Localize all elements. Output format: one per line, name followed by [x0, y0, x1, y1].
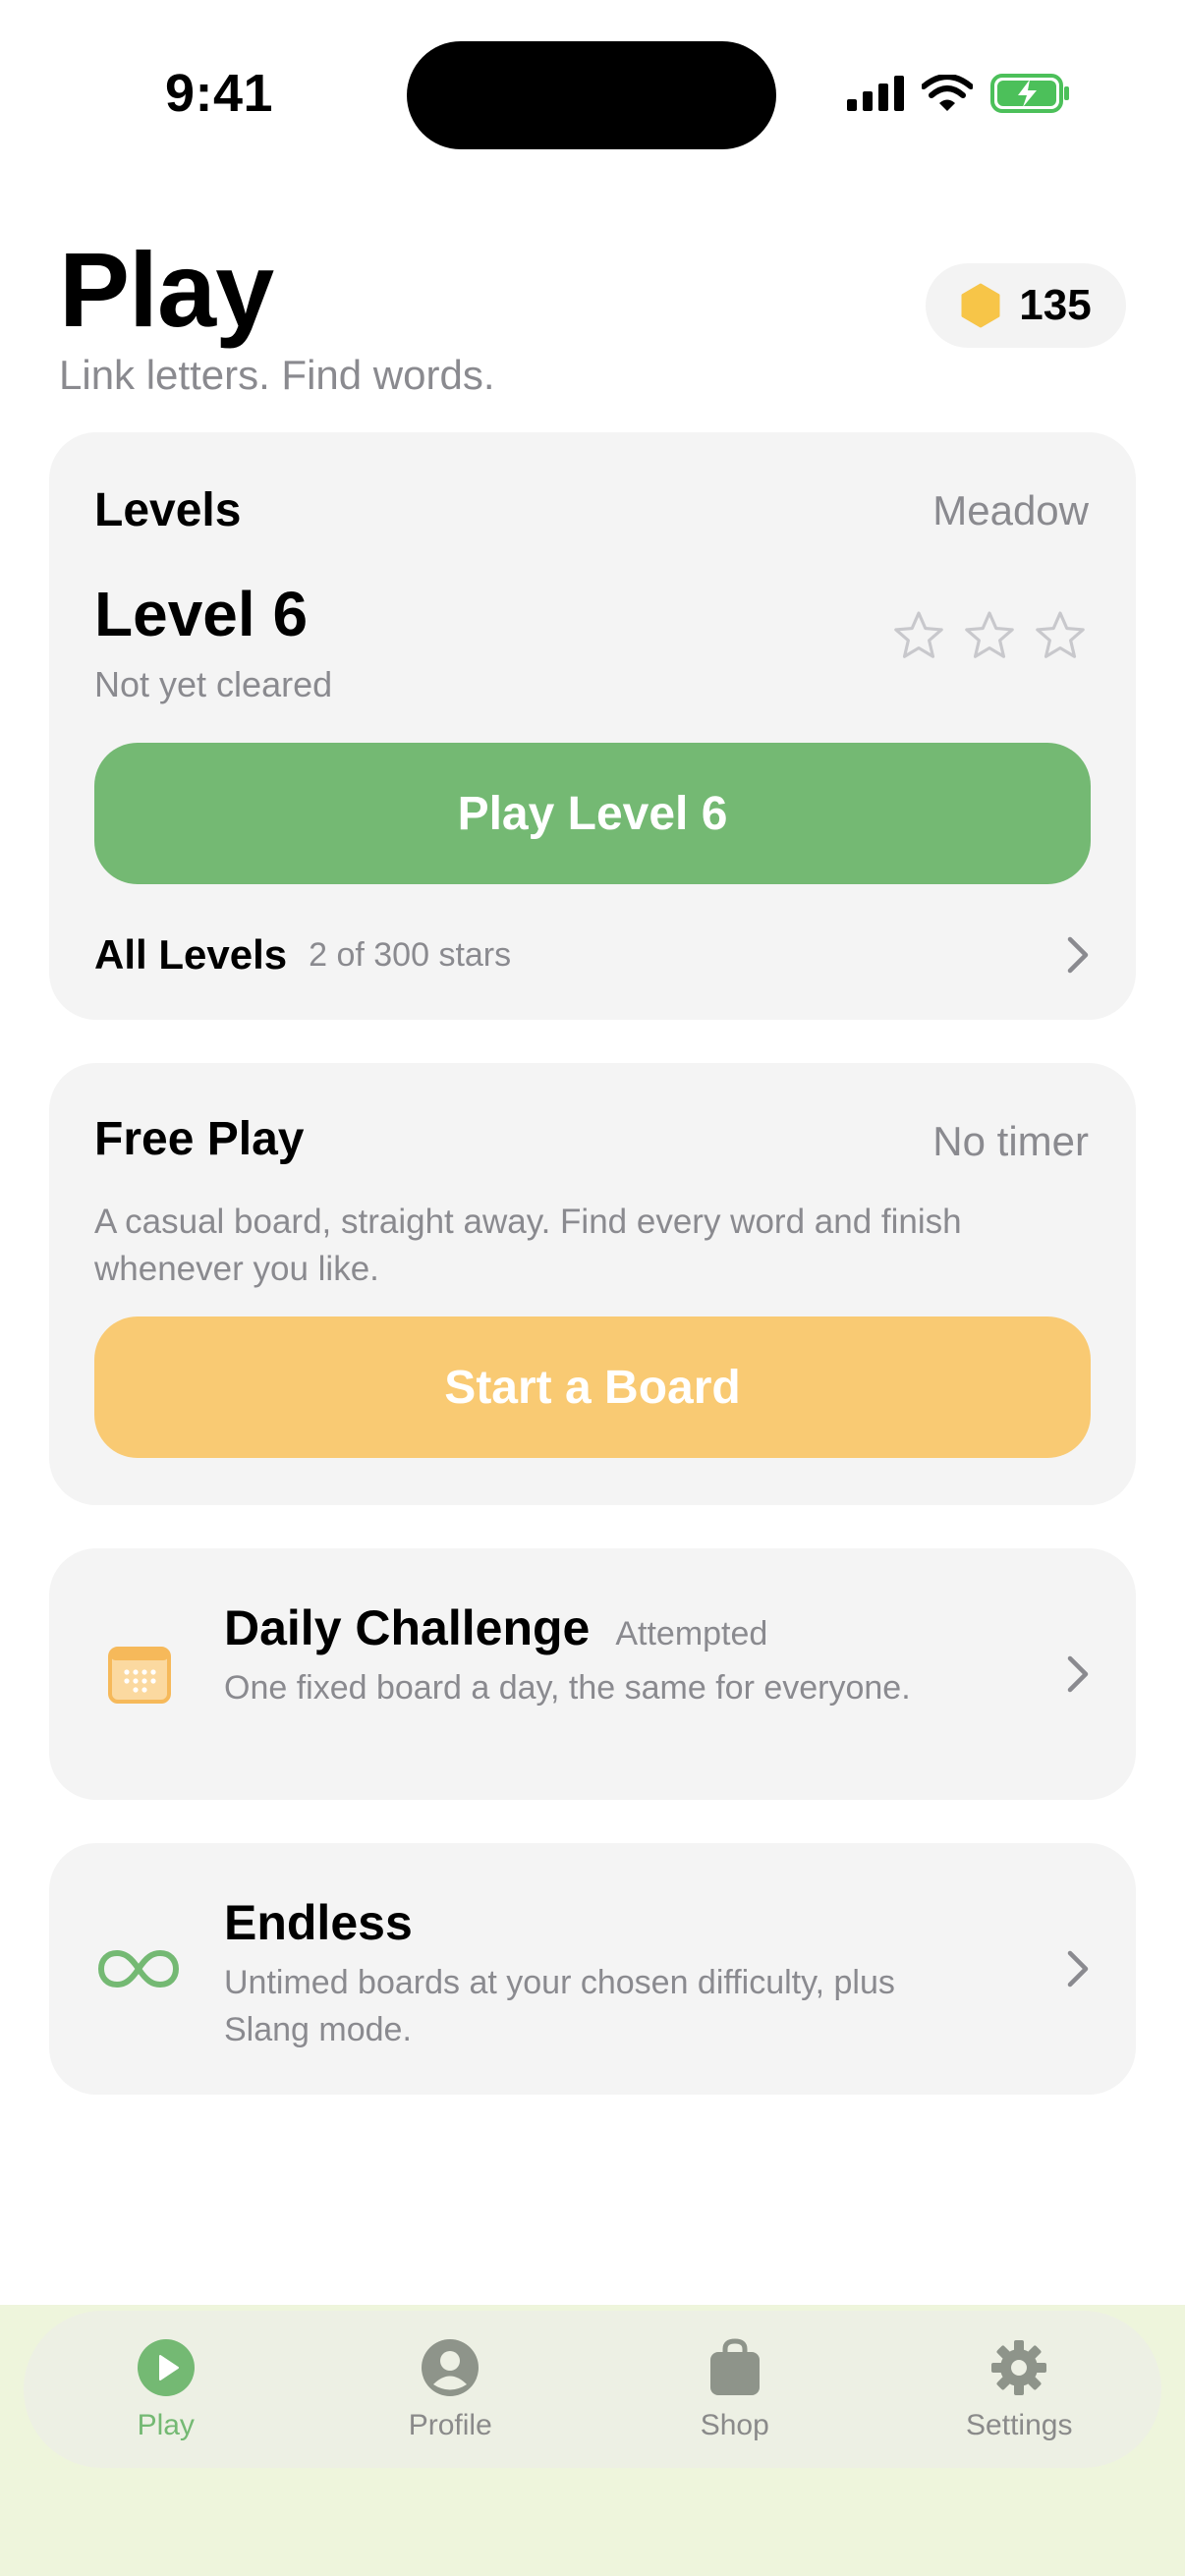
chevron-right-icon — [1067, 936, 1089, 974]
person-icon — [419, 2336, 481, 2399]
all-levels-stars: 2 of 300 stars — [309, 935, 512, 974]
daily-status-badge: Attempted — [615, 1615, 768, 1652]
infinity-icon — [94, 1933, 183, 2004]
tab-profile[interactable]: Profile — [309, 2311, 593, 2468]
free-play-meta: No timer — [932, 1118, 1089, 1164]
levels-heading: Levels — [94, 484, 242, 536]
levels-card: Levels Meadow Level 6 Not yet cleared Pl… — [49, 432, 1136, 1020]
endless-title-line: Endless — [224, 1894, 413, 1951]
tab-play[interactable]: Play — [24, 2311, 309, 2468]
star-icon — [1036, 611, 1085, 658]
star-icon — [894, 611, 943, 658]
all-levels-label: All Levels — [94, 931, 288, 978]
status-time: 9:41 — [165, 64, 274, 123]
play-icon — [135, 2336, 198, 2399]
battery-charging-icon — [990, 74, 1069, 113]
page-title: Play — [59, 230, 274, 349]
status-bar: 9:41 — [0, 0, 1185, 187]
current-level-status: Not yet cleared — [94, 664, 333, 704]
free-play-description: A casual board, straight away. Find ever… — [94, 1203, 962, 1288]
free-play-heading: Free Play — [94, 1113, 305, 1165]
tab-settings[interactable]: Settings — [877, 2311, 1162, 2468]
daily-title-line: Daily Challenge Attempted — [224, 1599, 767, 1656]
daily-description: One fixed board a day, the same for ever… — [224, 1669, 911, 1707]
endless-title: Endless — [224, 1895, 413, 1950]
all-levels-link[interactable]: All Levels 2 of 300 stars — [94, 920, 1091, 990]
page-subtitle: Link letters. Find words. — [59, 352, 495, 398]
endless-card[interactable]: Endless Untimed boards at your chosen di… — [49, 1843, 1136, 2095]
tab-shop[interactable]: Shop — [592, 2311, 877, 2468]
gear-icon — [988, 2336, 1050, 2399]
dynamic-island — [407, 41, 776, 149]
wifi-icon — [922, 75, 973, 111]
status-icons — [847, 69, 1071, 118]
chevron-right-icon — [1067, 1950, 1089, 1988]
free-play-card: Free Play No timer A casual board, strai… — [49, 1063, 1136, 1505]
coin-balance[interactable]: 135 — [926, 263, 1126, 348]
tab-play-label: Play — [137, 2409, 195, 2441]
chevron-right-icon — [1067, 1655, 1089, 1693]
calendar-icon — [104, 1639, 175, 1709]
level-stars — [890, 607, 1089, 664]
tab-settings-label: Settings — [966, 2409, 1073, 2441]
start-board-button[interactable]: Start a Board — [94, 1316, 1091, 1458]
tab-shop-label: Shop — [700, 2409, 769, 2441]
coin-count: 135 — [1019, 281, 1092, 329]
play-level-button[interactable]: Play Level 6 — [94, 743, 1091, 884]
endless-description: Untimed boards at your chosen difficulty… — [224, 1964, 895, 2048]
current-level-title: Level 6 — [94, 579, 309, 649]
signal-icon — [847, 76, 904, 111]
tab-profile-label: Profile — [408, 2409, 492, 2441]
daily-challenge-card[interactable]: Daily Challenge Attempted One fixed boar… — [49, 1548, 1136, 1800]
star-icon — [965, 611, 1014, 658]
bag-icon — [704, 2336, 766, 2399]
daily-title: Daily Challenge — [224, 1600, 591, 1655]
coin-icon — [961, 283, 1000, 328]
levels-world: Meadow — [932, 487, 1089, 533]
tab-bar: Play Profile Shop Settings — [24, 2311, 1161, 2468]
